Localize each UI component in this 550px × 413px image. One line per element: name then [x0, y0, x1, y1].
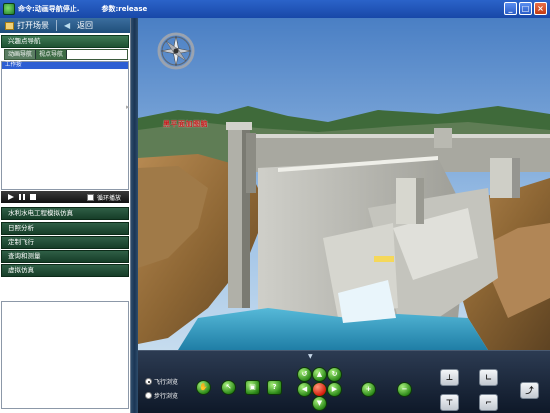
tab-viewpoint-nav[interactable]: 视点导航: [36, 50, 68, 59]
rotate-right-icon[interactable]: ↻: [327, 367, 342, 382]
open-scene-button[interactable]: 打开场景: [0, 18, 54, 33]
playback-bar: 循环播放: [1, 191, 129, 203]
nav-tabs: 动画导航 视点导航: [4, 49, 128, 60]
stop-button[interactable]: [29, 194, 36, 201]
navigation-toolbar: ▼ 飞行浏览 步行浏览 ✋ ↖ ▣ ? ▲ ▼ ◀ ▶ ↺ ↻ + − ⊥ ⊤ …: [138, 350, 550, 413]
menu-hydro-simulation[interactable]: 水利水电工程模拟仿真: [1, 207, 129, 220]
section-header: 兴趣点导航: [1, 35, 129, 48]
minimize-button[interactable]: _: [504, 2, 517, 15]
back-button[interactable]: ◀ 返回: [59, 18, 98, 33]
folder-icon: [5, 21, 14, 30]
dam-scene-image: [138, 18, 550, 350]
pointer-icon[interactable]: ↖: [221, 380, 236, 395]
hand-icon[interactable]: ✋: [196, 380, 211, 395]
walk-mode-label: 步行浏览: [154, 393, 179, 400]
center-stop-icon[interactable]: [312, 382, 327, 397]
maximize-button[interactable]: □: [519, 2, 532, 15]
pause-icon: [18, 194, 25, 200]
parameter-status: 参数:release: [101, 5, 148, 13]
arrow-right-icon[interactable]: ▶: [327, 382, 342, 397]
zoom-in-icon[interactable]: +: [361, 382, 376, 397]
back-label: 返回: [77, 21, 93, 30]
zoom-out-icon[interactable]: −: [397, 382, 412, 397]
pitch-icon[interactable]: ⤴: [520, 382, 539, 399]
3d-viewport[interactable]: 黑平面加图脑: [138, 18, 550, 350]
fly-mode-option[interactable]: 飞行浏览: [145, 377, 178, 386]
splitter-arrow-icon[interactable]: ▸: [126, 103, 132, 111]
play-icon: [7, 194, 14, 200]
angle-down-icon[interactable]: ⌐: [479, 394, 498, 411]
loop-toggle[interactable]: 循环播放: [86, 193, 121, 202]
left-panel: 打开场景 ◀ 返回 兴趣点导航 动画导航 视点导航 工作按 循环播放 水利水电工…: [0, 18, 131, 413]
toolbar-divider: [56, 20, 57, 31]
back-arrow-icon: ◀: [64, 20, 71, 30]
menu-custom-flight[interactable]: 定制飞行: [1, 236, 129, 249]
pause-button[interactable]: [18, 194, 25, 201]
stop-icon: [29, 194, 36, 200]
arrow-left-icon[interactable]: ◀: [297, 382, 312, 397]
panel-splitter[interactable]: [131, 18, 138, 413]
loop-label: 循环播放: [96, 194, 121, 202]
command-status: 命令:动画导航停止.: [18, 5, 80, 13]
tab-animation-nav[interactable]: 动画导航: [5, 50, 37, 59]
title-bar: 命令:动画导航停止. 参数:release _ □ ×: [0, 0, 550, 18]
window-icon[interactable]: ▣: [245, 380, 260, 395]
panel-toolbar: 打开场景 ◀ 返回: [0, 18, 130, 33]
panel-content-area: [1, 301, 129, 409]
menu-query-measure[interactable]: 查询和测量: [1, 250, 129, 263]
walk-mode-option[interactable]: 步行浏览: [145, 391, 178, 400]
arrow-up-icon[interactable]: ▲: [312, 367, 327, 382]
arrow-down-icon[interactable]: ▼: [312, 396, 327, 411]
open-scene-label: 打开场景: [17, 21, 49, 30]
angle-up-icon[interactable]: ∟: [479, 369, 498, 386]
fly-mode-label: 飞行浏览: [154, 379, 179, 386]
walk-mode-radio[interactable]: [145, 392, 152, 399]
fly-mode-radio[interactable]: [145, 378, 152, 385]
close-button[interactable]: ×: [534, 2, 547, 15]
play-button[interactable]: [7, 194, 14, 201]
scene-label: 黑平面加图脑: [163, 119, 208, 128]
expand-toolbar-icon[interactable]: ▼: [308, 353, 313, 360]
menu-sunlight-analysis[interactable]: 日照分析: [1, 222, 129, 235]
help-icon[interactable]: ?: [267, 380, 282, 395]
app-icon: [3, 3, 15, 15]
menu-virtual-simulation[interactable]: 虚拟仿真: [1, 264, 129, 277]
list-item[interactable]: 工作按: [2, 62, 128, 69]
compass-icon[interactable]: [155, 30, 197, 72]
navigation-list[interactable]: 工作按: [1, 61, 129, 190]
lower-view-icon[interactable]: ⊤: [440, 394, 459, 411]
raise-view-icon[interactable]: ⊥: [440, 369, 459, 386]
loop-checkbox[interactable]: [86, 193, 94, 201]
rotate-left-icon[interactable]: ↺: [297, 367, 312, 382]
